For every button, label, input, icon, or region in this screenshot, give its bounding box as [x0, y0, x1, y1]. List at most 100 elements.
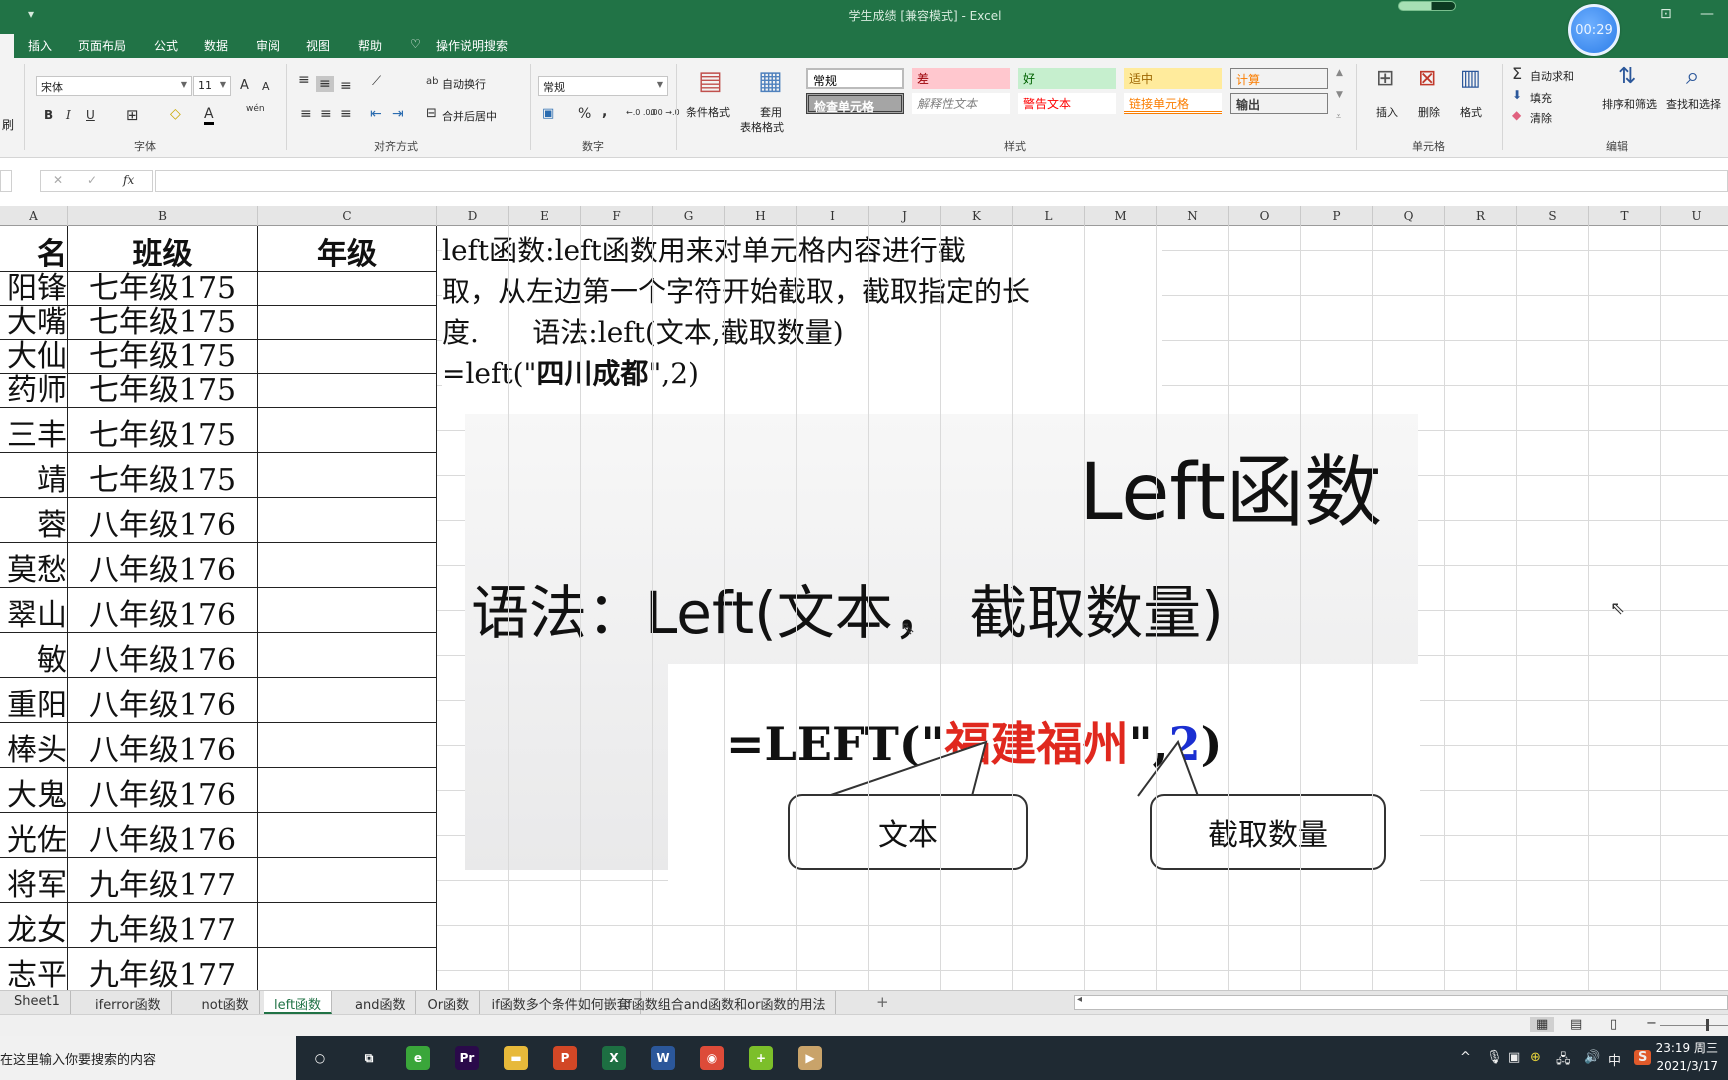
cell-name[interactable]: 将军	[0, 858, 68, 902]
comma-button[interactable]: ,	[602, 104, 607, 120]
cell-class[interactable]: 八年级176	[68, 723, 258, 767]
cell-style-10[interactable]: 输出	[1230, 93, 1328, 114]
format-painter-partial[interactable]: 刷	[2, 116, 14, 133]
horizontal-scrollbar[interactable]: ◂	[1074, 994, 1728, 1010]
cell-grade[interactable]	[258, 498, 437, 542]
cell-grade[interactable]	[258, 768, 437, 812]
find-select-button[interactable]: 查找和选择	[1666, 96, 1721, 112]
format-as-table-label-2[interactable]: 表格格式	[740, 119, 784, 135]
gallery-scroll-down[interactable]: ▼	[1336, 90, 1343, 100]
cell-name[interactable]: 蓉	[0, 498, 68, 542]
cell-class[interactable]: 八年级176	[68, 588, 258, 632]
cancel-icon[interactable]: ✕	[53, 173, 63, 187]
insert-function-icon[interactable]: fx	[123, 173, 134, 187]
sheet-tab[interactable]: not函数	[192, 991, 260, 1014]
cell-class[interactable]: 七年级175	[68, 453, 258, 497]
cell-grade[interactable]	[258, 858, 437, 902]
zoom-slider-thumb[interactable]	[1706, 1019, 1709, 1031]
header-grade[interactable]: 年级	[258, 226, 437, 271]
cell-name[interactable]: 大鬼	[0, 768, 68, 812]
cell-class[interactable]: 八年级176	[68, 768, 258, 812]
tab-help[interactable]: 帮助	[358, 37, 382, 54]
recording-timer[interactable]: 00:29	[1568, 4, 1620, 56]
cell-name[interactable]: 药师	[0, 374, 68, 407]
gallery-scroll-up[interactable]: ▲	[1336, 68, 1343, 78]
tab-review[interactable]: 审阅	[256, 37, 280, 54]
cell-style-9[interactable]: 链接单元格	[1124, 93, 1222, 114]
wrap-text-button[interactable]: 自动换行	[442, 76, 486, 92]
column-header-C[interactable]: C	[258, 206, 437, 226]
cell-style-8[interactable]: 警告文本	[1018, 93, 1116, 114]
ime-indicator[interactable]: 中	[1608, 1050, 1621, 1069]
cell-grade[interactable]	[258, 272, 437, 305]
align-center-icon[interactable]: ≡	[320, 106, 332, 122]
column-header-E[interactable]: E	[509, 206, 581, 226]
page-break-view-icon[interactable]: ▯	[1610, 1017, 1617, 1032]
underline-button[interactable]: U	[86, 108, 95, 122]
conditional-format-button[interactable]: 条件格式	[686, 104, 730, 120]
tab-insert[interactable]: 插入	[28, 37, 52, 54]
align-top-icon[interactable]: ≡	[298, 72, 310, 88]
cell-grade[interactable]	[258, 453, 437, 497]
clear-button[interactable]: 清除	[1530, 110, 1552, 126]
minimize-button[interactable]: —	[1700, 6, 1714, 22]
sheet-tab[interactable]: Or函数	[418, 991, 481, 1014]
cell-grade[interactable]	[258, 813, 437, 857]
page-layout-view-icon[interactable]: ▤	[1570, 1017, 1582, 1032]
taskbar-premiere-icon[interactable]: Pr	[455, 1046, 479, 1070]
taskbar-task-view-icon[interactable]: ⧉	[357, 1046, 381, 1070]
taskbar-excel-icon[interactable]: X	[602, 1046, 626, 1070]
cell-style-5[interactable]: 计算	[1230, 68, 1328, 89]
borders-icon[interactable]: ⊞	[126, 106, 139, 124]
zoom-out-button[interactable]: −	[1646, 1016, 1657, 1031]
cell-style-6[interactable]: 检查单元格	[806, 93, 904, 114]
column-header-U[interactable]: U	[1661, 206, 1728, 226]
taskbar-powerpoint-icon[interactable]: P	[553, 1046, 577, 1070]
volume-icon[interactable]: 🔊	[1584, 1050, 1600, 1065]
cell-name[interactable]: 光佐	[0, 813, 68, 857]
cell-name[interactable]: 志平	[0, 948, 68, 990]
font-color-button[interactable]: A	[204, 106, 214, 125]
column-header-Q[interactable]: Q	[1373, 206, 1445, 226]
taskbar-chrome-icon[interactable]: ◉	[700, 1046, 724, 1070]
column-header-L[interactable]: L	[1013, 206, 1085, 226]
cell-class[interactable]: 七年级175	[68, 374, 258, 407]
cell-class[interactable]: 七年级175	[68, 340, 258, 373]
taskbar-browser-360-icon[interactable]: e	[406, 1046, 430, 1070]
format-as-table-label-1[interactable]: 套用	[760, 104, 782, 120]
cell-class[interactable]: 七年级175	[68, 408, 258, 452]
column-header-H[interactable]: H	[725, 206, 797, 226]
cell-class[interactable]: 九年级177	[68, 858, 258, 902]
number-format-select[interactable]: 常规 ▼	[538, 76, 668, 96]
cell-grade[interactable]	[258, 678, 437, 722]
column-header-M[interactable]: M	[1085, 206, 1157, 226]
cell-style-4[interactable]: 适中	[1124, 68, 1222, 89]
align-middle-icon[interactable]: ≡	[316, 76, 334, 92]
phonetic-guide-icon[interactable]: wén	[246, 104, 265, 114]
column-header-P[interactable]: P	[1301, 206, 1373, 226]
cell-name[interactable]: 翠山	[0, 588, 68, 632]
tab-data[interactable]: 数据	[204, 37, 228, 54]
cell-class[interactable]: 八年级176	[68, 813, 258, 857]
tab-page-layout[interactable]: 页面布局	[78, 37, 126, 54]
cell-class[interactable]: 八年级176	[68, 498, 258, 542]
system-clock[interactable]: 23:19 周三 2021/3/17	[1656, 1039, 1718, 1075]
italic-button[interactable]: I	[66, 108, 71, 122]
sogou-ime-icon[interactable]: S	[1634, 1050, 1652, 1065]
align-bottom-icon[interactable]: ≡	[340, 78, 352, 94]
cell-name[interactable]: 敏	[0, 633, 68, 677]
fill-button[interactable]: 填充	[1530, 90, 1552, 106]
cell-name[interactable]: 重阳	[0, 678, 68, 722]
taskbar-search[interactable]: 在这里输入你要搜索的内容	[0, 1036, 296, 1080]
normal-view-icon[interactable]: ▦	[1530, 1017, 1555, 1032]
delete-cells-button[interactable]: 删除	[1418, 104, 1440, 120]
formula-input[interactable]	[155, 170, 1728, 192]
column-header-S[interactable]: S	[1517, 206, 1589, 226]
cell-name[interactable]: 棒头	[0, 723, 68, 767]
name-box[interactable]	[0, 170, 12, 192]
taskbar-cortana-icon[interactable]: ○	[308, 1046, 332, 1070]
sheet-tab[interactable]: and函数	[345, 991, 417, 1014]
column-header-T[interactable]: T	[1589, 206, 1661, 226]
fill-color-icon[interactable]: ◇	[170, 106, 181, 122]
cell-name[interactable]: 阳锋	[0, 272, 68, 305]
